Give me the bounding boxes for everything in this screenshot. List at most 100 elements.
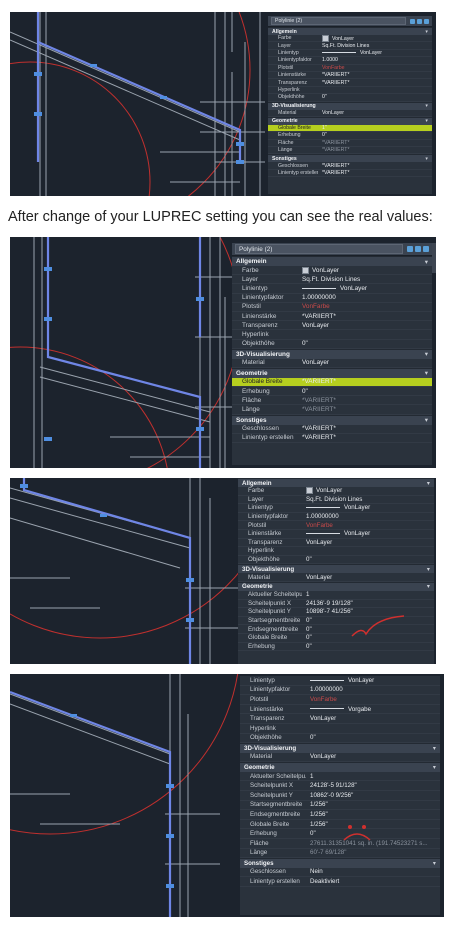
collapse-chevron-icon[interactable]: ▾	[433, 764, 436, 771]
property-row-layer[interactable]: Layer Sq.Ft. Division Lines	[238, 496, 434, 505]
property-value[interactable]: *VARIIERT*	[298, 434, 432, 441]
property-value[interactable]: VonLayer	[302, 487, 434, 494]
property-row-fl-che[interactable]: Fläche *VARIIERT*	[268, 140, 432, 148]
property-row-scheitelpunkt-x[interactable]: Scheitelpunkt X 24128'-5 91/128"	[240, 781, 440, 791]
property-row-linienst-rke[interactable]: Linienstärke *VARIIERT*	[232, 312, 432, 322]
property-row-farbe[interactable]: Farbe VonLayer	[232, 266, 432, 276]
property-value[interactable]: Deaktiviert	[306, 878, 440, 885]
section-header-allgemein[interactable]: Allgemein ▾	[232, 256, 432, 266]
property-row-linientypfaktor[interactable]: Linientypfaktor 1.0000	[268, 57, 432, 65]
property-value[interactable]: *VARIIERT*	[318, 147, 432, 153]
property-value[interactable]: *VARIIERT*	[318, 140, 432, 146]
property-value[interactable]: *VARIIERT*	[298, 378, 432, 385]
property-value[interactable]: 10862'-0 9/256"	[306, 792, 440, 799]
section-header-allgemein[interactable]: Allgemein ▾	[238, 478, 434, 487]
section-header-sonstiges[interactable]: Sonstiges ▾	[232, 414, 432, 425]
property-value[interactable]: *VARIIERT*	[298, 406, 432, 413]
property-row-linientyp-erstellen[interactable]: Linientyp erstellen *VARIIERT*	[232, 434, 432, 443]
property-value[interactable]: VonLayer	[306, 753, 440, 760]
section-header-sonstiges[interactable]: Sonstiges ▾	[240, 858, 440, 868]
property-row-linientypfaktor[interactable]: Linientypfaktor 1.00000000	[240, 686, 440, 696]
section-header-3d-visualisierung[interactable]: 3D-Visualisierung ▾	[238, 564, 434, 574]
property-value[interactable]: Nein	[306, 868, 440, 875]
property-value[interactable]: Sq.Ft. Division Lines	[318, 43, 432, 49]
property-row-plotstil[interactable]: Plotstil VonFarbe	[240, 695, 440, 705]
property-row-erhebung[interactable]: Erhebung 0"	[268, 132, 432, 140]
property-row-l-nge[interactable]: Länge *VARIIERT*	[268, 147, 432, 155]
property-row-linientyp[interactable]: Linientyp VonLayer	[268, 50, 432, 58]
property-row-objekth-he[interactable]: Objekthöhe 0"	[238, 556, 434, 565]
property-row-plotstil[interactable]: Plotstil VonFarbe	[268, 65, 432, 72]
property-value[interactable]: *VARIIERT*	[298, 425, 432, 432]
quick-select-icon[interactable]	[415, 246, 421, 252]
section-header-geometrie[interactable]: Geometrie ▾	[268, 116, 432, 125]
section-header-sonstiges[interactable]: Sonstiges ▾	[268, 154, 432, 163]
property-value[interactable]: *VARIIERT*	[318, 163, 432, 169]
property-value[interactable]: 0"	[298, 388, 432, 395]
property-row-globale-breite[interactable]: Globale Breite *VARIIERT*	[232, 377, 432, 388]
collapse-chevron-icon[interactable]: ▾	[425, 369, 428, 377]
properties-palette-1[interactable]: Polylinie (2) Allgemein ▾ Farbe VonLayer Lay…	[268, 16, 432, 194]
collapse-chevron-icon[interactable]: ▾	[433, 745, 436, 752]
property-value[interactable]: VonFarbe	[302, 522, 434, 529]
property-value[interactable]: Vorgabe	[306, 706, 440, 713]
select-objects-icon[interactable]	[407, 246, 413, 252]
property-value[interactable]: 0"	[306, 734, 440, 741]
collapse-chevron-icon[interactable]: ▾	[425, 258, 428, 266]
property-row-material[interactable]: Material VonLayer	[238, 573, 434, 582]
property-value[interactable]: 1/256"	[306, 811, 440, 818]
property-row-transparenz[interactable]: Transparenz VonLayer	[238, 539, 434, 548]
property-row-objekth-he[interactable]: Objekthöhe 0"	[268, 94, 432, 102]
collapse-chevron-icon[interactable]: ▾	[425, 350, 428, 358]
collapse-chevron-icon[interactable]: ▾	[425, 156, 428, 162]
property-value[interactable]: 1"	[318, 125, 432, 131]
property-row-material[interactable]: Material VonLayer	[268, 110, 432, 117]
property-row-objekth-he[interactable]: Objekthöhe 0"	[240, 734, 440, 744]
property-row-linientyp[interactable]: Linientyp VonLayer	[238, 504, 434, 513]
property-row-layer[interactable]: Layer Sq.Ft. Division Lines	[268, 42, 432, 50]
property-value[interactable]: *VARIIERT*	[318, 72, 432, 78]
property-row-objekth-he[interactable]: Objekthöhe 0"	[232, 340, 432, 349]
collapse-chevron-icon[interactable]: ▾	[425, 103, 428, 109]
object-selector[interactable]: Polylinie (2)	[235, 244, 403, 254]
section-header-geometrie[interactable]: Geometrie ▾	[240, 762, 440, 772]
property-row-transparenz[interactable]: Transparenz VonLayer	[232, 321, 432, 331]
property-value[interactable]: 1.00000000	[306, 686, 440, 693]
property-row-transparenz[interactable]: Transparenz VonLayer	[240, 714, 440, 724]
property-value[interactable]: VonLayer	[298, 359, 432, 366]
collapse-chevron-icon[interactable]: ▾	[425, 29, 428, 35]
property-value[interactable]: 60'-7 69/128"	[306, 849, 440, 856]
property-value[interactable]: *VARIIERT*	[298, 313, 432, 320]
property-value[interactable]: 24128'-5 91/128"	[306, 782, 440, 789]
property-row-linienst-rke[interactable]: Linienstärke Vorgabe	[240, 705, 440, 715]
property-value[interactable]: 1.00000000	[298, 294, 432, 301]
property-value[interactable]: 1	[302, 591, 434, 598]
property-row-linientyp-erstellen[interactable]: Linientyp erstellen Deaktiviert	[240, 877, 440, 887]
property-row-l-nge[interactable]: Länge 60'-7 69/128"	[240, 849, 440, 859]
property-row-plotstil[interactable]: Plotstil VonFarbe	[232, 303, 432, 312]
property-value[interactable]: VonLayer	[302, 574, 434, 581]
section-header-3d-visualisierung[interactable]: 3D-Visualisierung ▾	[232, 348, 432, 359]
property-row-linientyp-erstellen[interactable]: Linientyp erstellen *VARIIERT*	[268, 170, 432, 178]
property-value[interactable]: VonLayer	[302, 504, 434, 511]
property-row-globale-breite[interactable]: Globale Breite 1"	[268, 124, 432, 133]
section-header-geometrie[interactable]: Geometrie ▾	[232, 367, 432, 378]
property-row-geschlossen[interactable]: Geschlossen *VARIIERT*	[232, 425, 432, 434]
collapse-chevron-icon[interactable]: ▾	[425, 416, 428, 424]
property-value[interactable]: VonLayer	[298, 285, 432, 292]
property-value[interactable]: 1	[306, 773, 440, 780]
property-row-linientyp[interactable]: Linientyp VonLayer	[240, 676, 440, 686]
collapse-chevron-icon[interactable]: ▾	[427, 566, 430, 573]
quick-select-icon[interactable]	[417, 18, 422, 24]
collapse-chevron-icon[interactable]: ▾	[427, 480, 430, 487]
object-selector[interactable]: Polylinie (2)	[271, 17, 406, 25]
property-value[interactable]: VonLayer	[318, 50, 432, 56]
property-row-linientyp[interactable]: Linientyp VonLayer	[232, 284, 432, 294]
property-value[interactable]: 1.0000	[318, 57, 432, 63]
property-value[interactable]: VonFarbe	[298, 303, 432, 310]
section-header-3d-visualisierung[interactable]: 3D-Visualisierung ▾	[268, 101, 432, 110]
toolbar-icons[interactable]	[407, 246, 429, 252]
property-row-farbe[interactable]: Farbe VonLayer	[238, 487, 434, 496]
property-row-scheitelpunkt-y[interactable]: Scheitelpunkt Y 10862'-0 9/256"	[240, 791, 440, 801]
property-row-material[interactable]: Material VonLayer	[232, 359, 432, 368]
